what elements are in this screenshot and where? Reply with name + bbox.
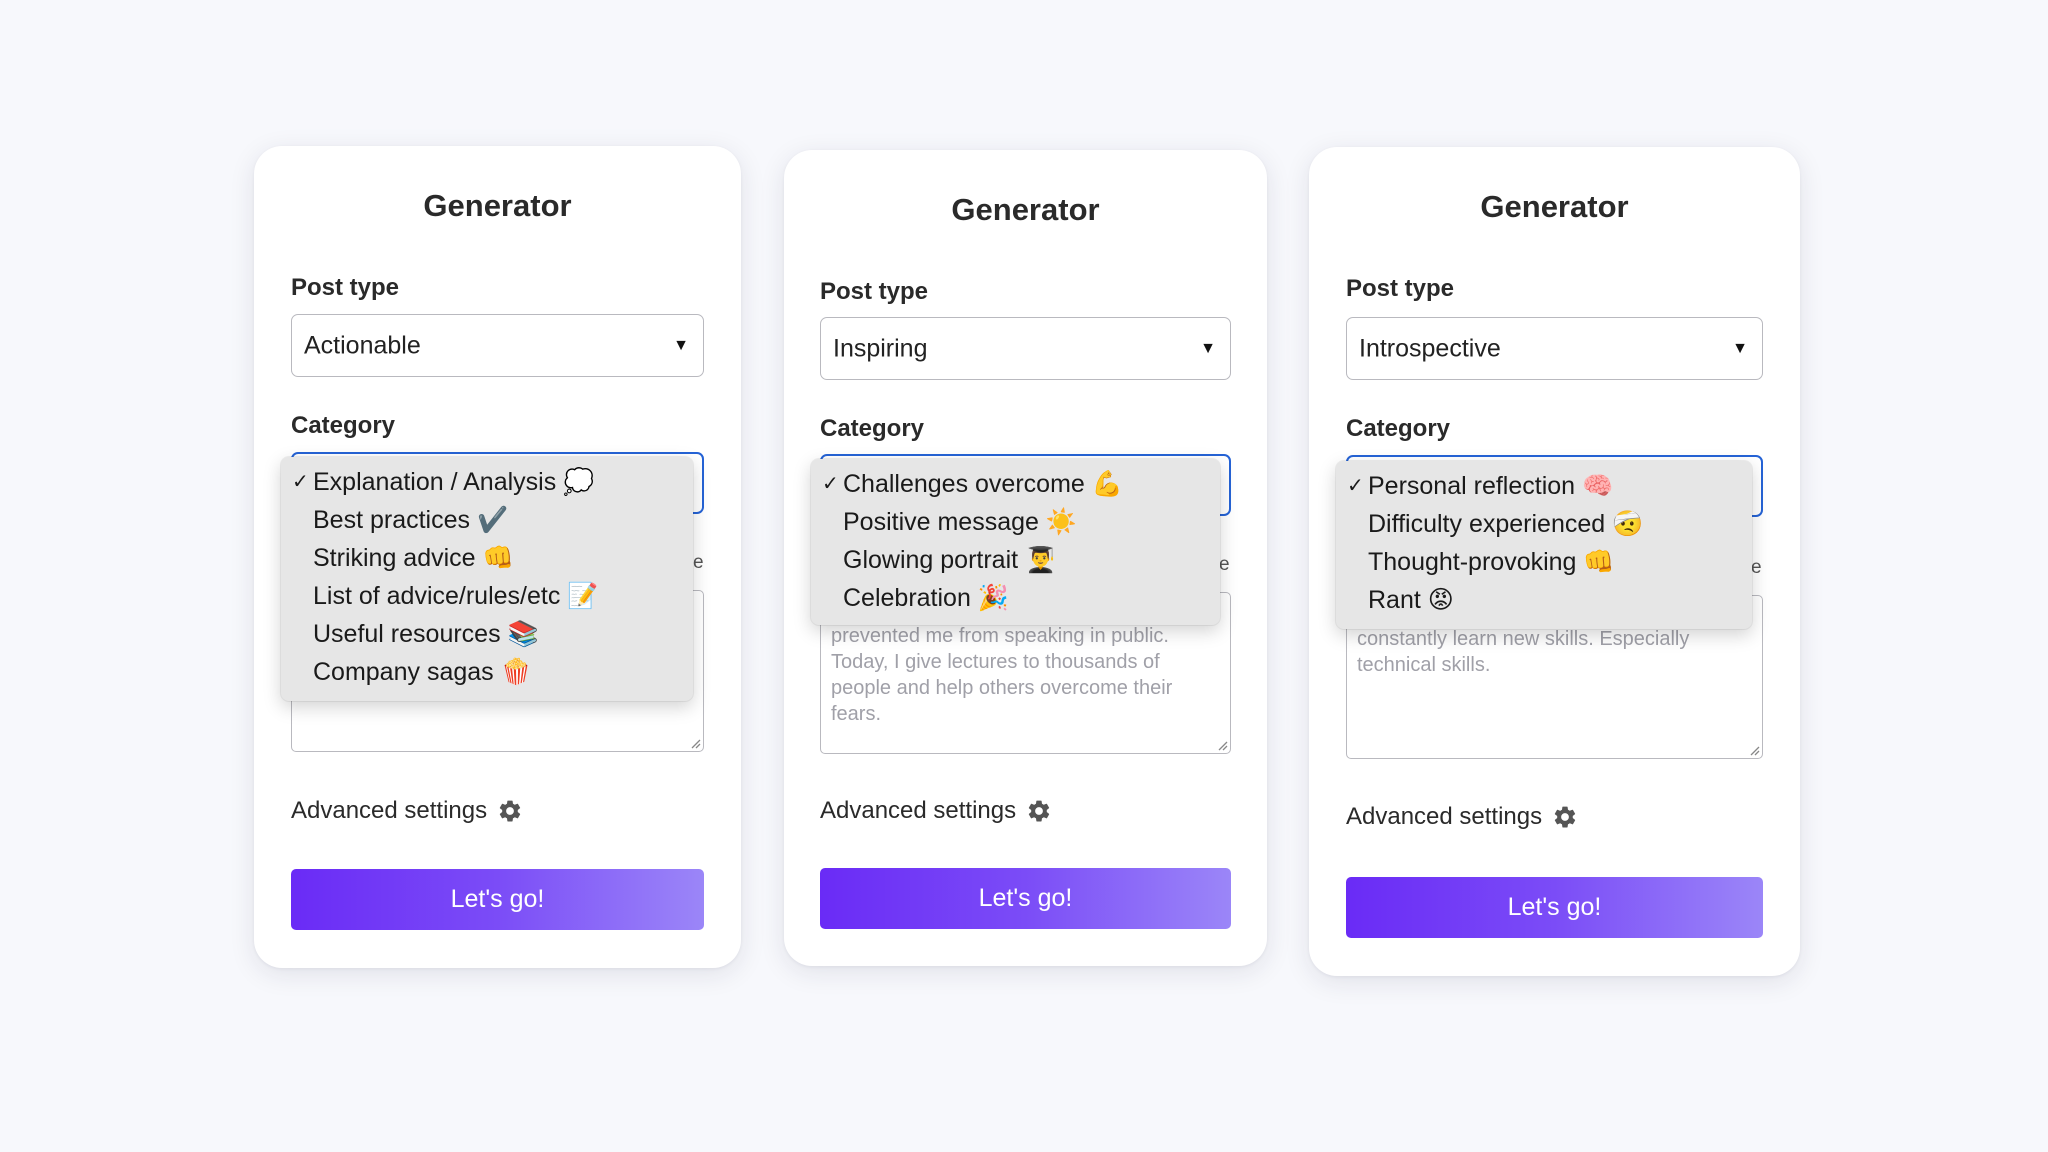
lets-go-button[interactable]: Let's go! (291, 869, 704, 930)
advanced-settings-label: Advanced settings (820, 797, 1017, 824)
textarea-placeholder: constantly learn new skills. Especially … (1357, 628, 1690, 676)
post-type-select[interactable]: Introspective ▼ (1346, 317, 1763, 380)
category-dropdown-menu: ✓ Challenges overcome 💪 Positive message … (811, 459, 1220, 625)
advanced-settings[interactable]: Advanced settings (291, 797, 523, 825)
gear-icon (1028, 800, 1050, 822)
category-option[interactable]: Striking advice 👊 (281, 539, 693, 577)
post-type-select[interactable]: Actionable ▼ (291, 314, 704, 377)
category-option[interactable]: ✓ Explanation / Analysis 💭 (281, 463, 693, 501)
resize-grip-icon[interactable] (1216, 739, 1228, 751)
advanced-settings-label: Advanced settings (1346, 803, 1543, 830)
category-label: Category (1346, 415, 1451, 442)
category-option[interactable]: Celebration 🎉 (811, 579, 1220, 617)
category-option[interactable]: Glowing portrait 👨‍🎓 (811, 541, 1220, 579)
post-type-select[interactable]: Inspiring ▼ (820, 317, 1231, 380)
field-label-peek: e (1751, 557, 1762, 578)
resize-grip-icon[interactable] (689, 737, 701, 749)
advanced-settings-label: Advanced settings (291, 797, 488, 824)
card-title: Generator (951, 192, 1100, 227)
checkmark-icon: ✓ (292, 471, 309, 493)
advanced-settings[interactable]: Advanced settings (1346, 803, 1578, 831)
category-option[interactable]: Company sagas 🍿 (281, 653, 693, 691)
gear-icon (1554, 806, 1576, 828)
category-option[interactable]: Positive message ☀️ (811, 503, 1220, 541)
field-label-peek: e (1219, 554, 1230, 575)
field-label-peek: e (693, 552, 704, 573)
category-option[interactable]: Rant 😡 (1336, 581, 1752, 619)
resize-grip-icon[interactable] (1748, 744, 1760, 756)
caret-down-icon: ▼ (673, 336, 689, 354)
advanced-settings[interactable]: Advanced settings (820, 797, 1052, 825)
category-option[interactable]: ✓ Personal reflection 🧠 (1336, 467, 1752, 505)
category-option[interactable]: Difficulty experienced 🤕 (1336, 505, 1752, 543)
post-type-value: Inspiring (833, 334, 928, 362)
lets-go-button[interactable]: Let's go! (1346, 877, 1763, 938)
post-type-value: Introspective (1359, 334, 1501, 362)
category-option[interactable]: Useful resources 📚 (281, 615, 693, 653)
checkmark-icon: ✓ (822, 473, 839, 495)
gear-icon (499, 800, 521, 822)
category-option[interactable]: ✓ Challenges overcome 💪 (811, 465, 1220, 503)
post-type-label: Post type (820, 278, 929, 305)
post-type-value: Actionable (304, 331, 421, 359)
post-type-label: Post type (291, 274, 400, 301)
checkmark-icon: ✓ (1347, 475, 1364, 497)
lets-go-button[interactable]: Let's go! (820, 868, 1231, 929)
category-option[interactable]: Best practices ✔️ (281, 501, 693, 539)
caret-down-icon: ▼ (1732, 339, 1748, 357)
category-option[interactable]: Thought-provoking 👊 (1336, 543, 1752, 581)
category-dropdown-menu: ✓ Personal reflection 🧠 Difficulty experi… (1336, 461, 1752, 629)
category-dropdown-menu: ✓ Explanation / Analysis 💭 Best practices… (281, 457, 693, 701)
category-label: Category (820, 415, 925, 442)
category-option[interactable]: List of advice/rules/etc 📝 (281, 577, 693, 615)
card-title: Generator (1480, 189, 1629, 224)
post-type-label: Post type (1346, 275, 1455, 302)
caret-down-icon: ▼ (1200, 339, 1216, 357)
textarea-placeholder: prevented me from speaking in public. To… (831, 625, 1173, 725)
category-label: Category (291, 412, 396, 439)
card-title: Generator (423, 188, 572, 223)
